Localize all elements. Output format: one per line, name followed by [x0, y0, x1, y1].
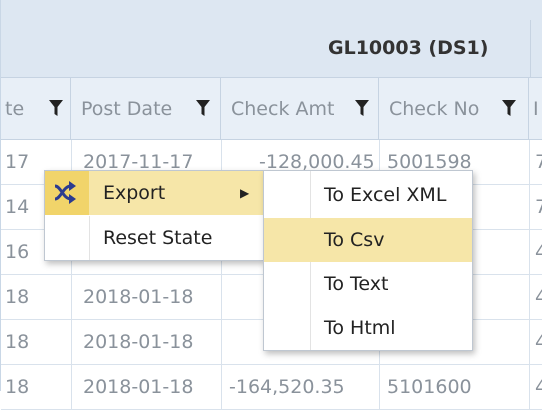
- cell-post-date: 2018-01-18: [83, 376, 194, 398]
- context-menu: Export ▶ Reset State: [44, 170, 264, 261]
- column-header-post-date[interactable]: Post Date: [71, 78, 221, 140]
- cell-divider: [529, 185, 530, 229]
- filter-icon[interactable]: [355, 100, 369, 117]
- menu-item-export[interactable]: Export ▶: [45, 171, 263, 215]
- cell-date: 18: [5, 286, 30, 308]
- export-submenu: To Excel XML To Csv To Text To Html: [263, 170, 473, 351]
- submenu-item-csv[interactable]: To Csv: [264, 218, 472, 262]
- cell-divider: [529, 230, 530, 274]
- column-header-label: I: [533, 98, 539, 120]
- column-header-label: Post Date: [81, 98, 173, 120]
- column-header-row: te Post Date Check Amt Check No I: [1, 78, 542, 140]
- menu-item-label: Export: [103, 182, 166, 204]
- cell-date: 17: [5, 151, 30, 173]
- cell-divider: [529, 320, 530, 364]
- submenu-arrow-icon: ▶: [240, 186, 250, 200]
- filter-icon[interactable]: [502, 100, 516, 117]
- submenu-item-label: To Text: [324, 273, 389, 295]
- cell-divider: [221, 365, 222, 409]
- column-header-next[interactable]: I: [529, 78, 542, 140]
- cell-post-date: 2018-01-18: [83, 286, 194, 308]
- cell-date: 18: [5, 376, 30, 398]
- cell-divider: [221, 320, 222, 364]
- cell-divider: [71, 320, 72, 364]
- column-header-date[interactable]: te: [1, 78, 71, 140]
- cell-next: 4: [535, 331, 542, 353]
- column-header-label: te: [5, 98, 25, 120]
- cell-date: 18: [5, 331, 30, 353]
- cell-divider: [379, 365, 380, 409]
- menu-item-label: Reset State: [103, 227, 213, 249]
- cell-divider: [71, 275, 72, 319]
- cell-post-date: 2018-01-18: [83, 331, 194, 353]
- group-title: GL10003 (DS1): [328, 37, 489, 59]
- submenu-item-label: To Excel XML: [324, 184, 447, 206]
- column-header-label: Check Amt: [231, 98, 335, 120]
- cell-next: 4: [535, 241, 542, 263]
- filter-icon[interactable]: [49, 100, 63, 117]
- column-group-header: GL10003 (DS1): [1, 0, 542, 78]
- cell-divider: [529, 365, 530, 409]
- column-header-check-no[interactable]: Check No: [379, 78, 529, 140]
- cell-next: 7: [535, 196, 542, 218]
- group-divider: [530, 20, 531, 78]
- cell-check-amt: -164,520.35: [229, 376, 345, 398]
- cell-divider: [221, 275, 222, 319]
- cell-divider: [529, 140, 530, 184]
- cell-date: 14: [5, 196, 30, 218]
- cell-divider: [71, 365, 72, 409]
- table-row[interactable]: 18 2018-01-18 -164,520.35 5101600 4: [1, 365, 542, 410]
- export-icon: [45, 171, 89, 215]
- cell-next: 7: [535, 151, 542, 173]
- cell-check-no: 5101600: [387, 376, 472, 398]
- column-header-label: Check No: [389, 98, 480, 120]
- submenu-item-excel-xml[interactable]: To Excel XML: [264, 173, 472, 217]
- submenu-item-label: To Html: [324, 317, 396, 339]
- cell-divider: [529, 275, 530, 319]
- column-header-check-amt[interactable]: Check Amt: [221, 78, 379, 140]
- cell-date: 16: [5, 241, 30, 263]
- submenu-item-text[interactable]: To Text: [264, 262, 472, 306]
- menu-item-reset-state[interactable]: Reset State: [45, 216, 263, 260]
- submenu-item-html[interactable]: To Html: [264, 306, 472, 350]
- filter-icon[interactable]: [196, 100, 210, 117]
- cell-next: 4: [535, 376, 542, 398]
- cell-next: 4: [535, 286, 542, 308]
- submenu-item-label: To Csv: [324, 229, 385, 251]
